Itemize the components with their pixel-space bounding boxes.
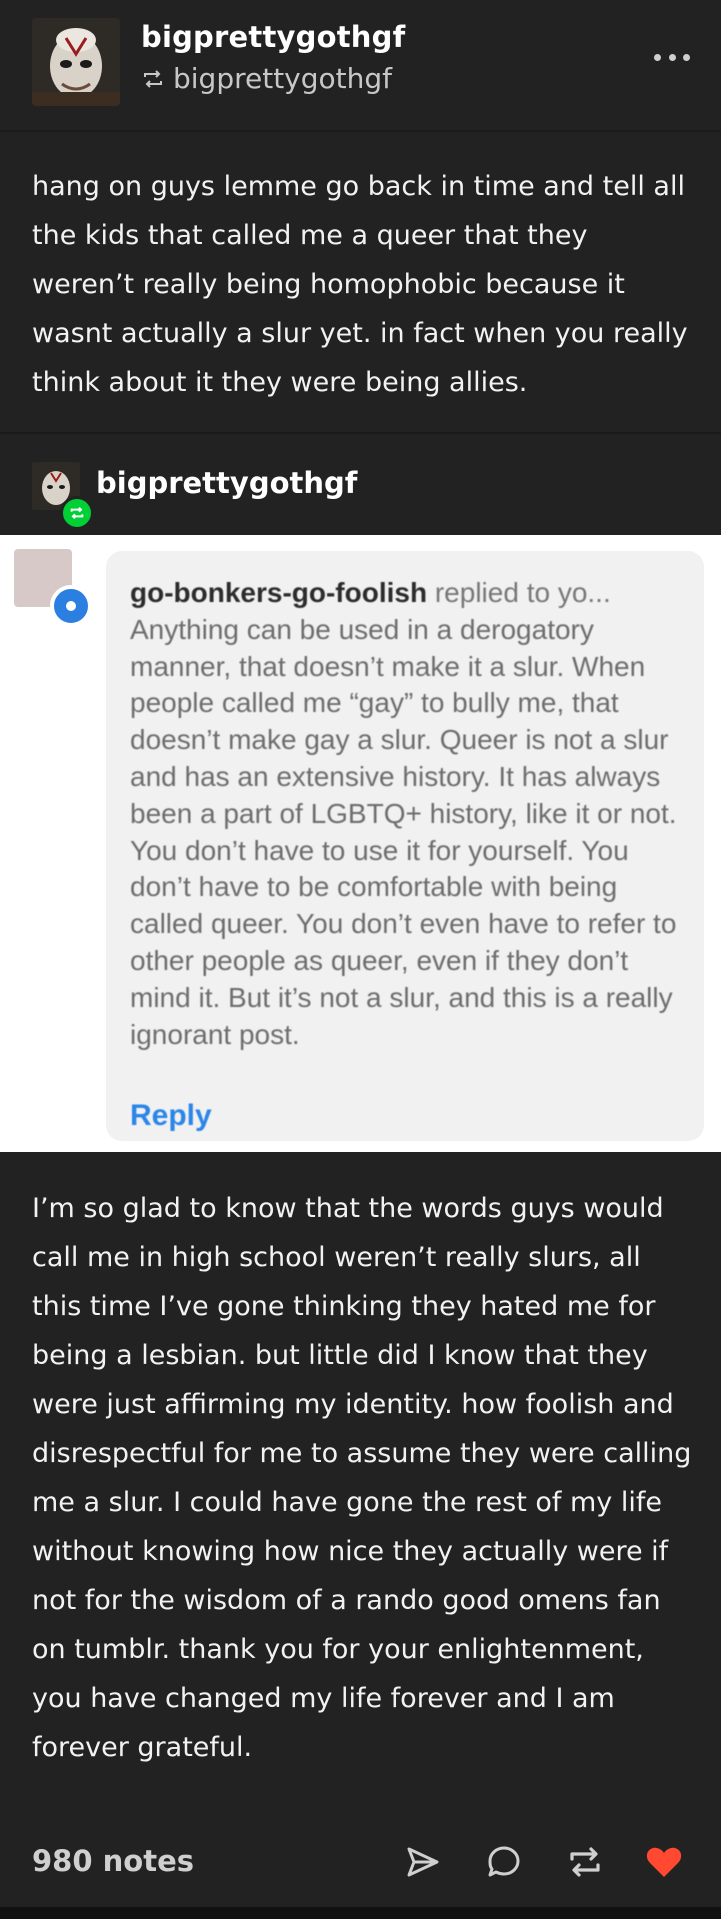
embedded-screenshot: go-bonkers-go-foolish replied to yo... A… [0,535,721,1152]
reply-text: go-bonkers-go-foolish replied to yo... A… [130,575,690,1053]
reply-link: Reply [130,1099,212,1132]
trail-blog-name[interactable]: bigprettygothgf [96,466,357,500]
divider [0,130,721,132]
reply-badge-icon [50,585,92,627]
bottom-bar [0,1907,721,1919]
reblog-badge-icon [60,496,94,530]
post-body: hang on guys lemme go back in time and t… [32,171,688,398]
post-footer: 980 notes [0,1820,721,1900]
avatar[interactable] [32,18,120,106]
response-body: I’m so glad to know that the words guys … [32,1193,692,1763]
divider [0,432,721,434]
reblogged-from-name: bigprettygothgf [173,62,393,95]
notes-count[interactable]: 980 notes [32,1844,194,1878]
reply-bubble: go-bonkers-go-foolish replied to yo... A… [106,551,704,1141]
reblog-trail-header: bigprettygothgf [0,440,721,535]
reblog-icon [144,69,162,88]
reblogged-from[interactable]: bigprettygothgf [141,62,392,95]
share-icon[interactable] [402,1842,442,1882]
reply-icon[interactable] [484,1842,524,1882]
reply-message: Anything can be used in a derogatory man… [130,613,677,1050]
blog-name[interactable]: bigprettygothgf [141,20,405,54]
reply-username: go-bonkers-go-foolish [130,577,428,608]
post-header: bigprettygothgf bigprettygothgf [0,0,721,130]
like-heart-icon[interactable] [644,1842,684,1882]
more-options-icon[interactable] [654,50,690,64]
reply-action: replied to yo... [434,577,611,608]
reblog-icon[interactable] [565,1842,605,1882]
